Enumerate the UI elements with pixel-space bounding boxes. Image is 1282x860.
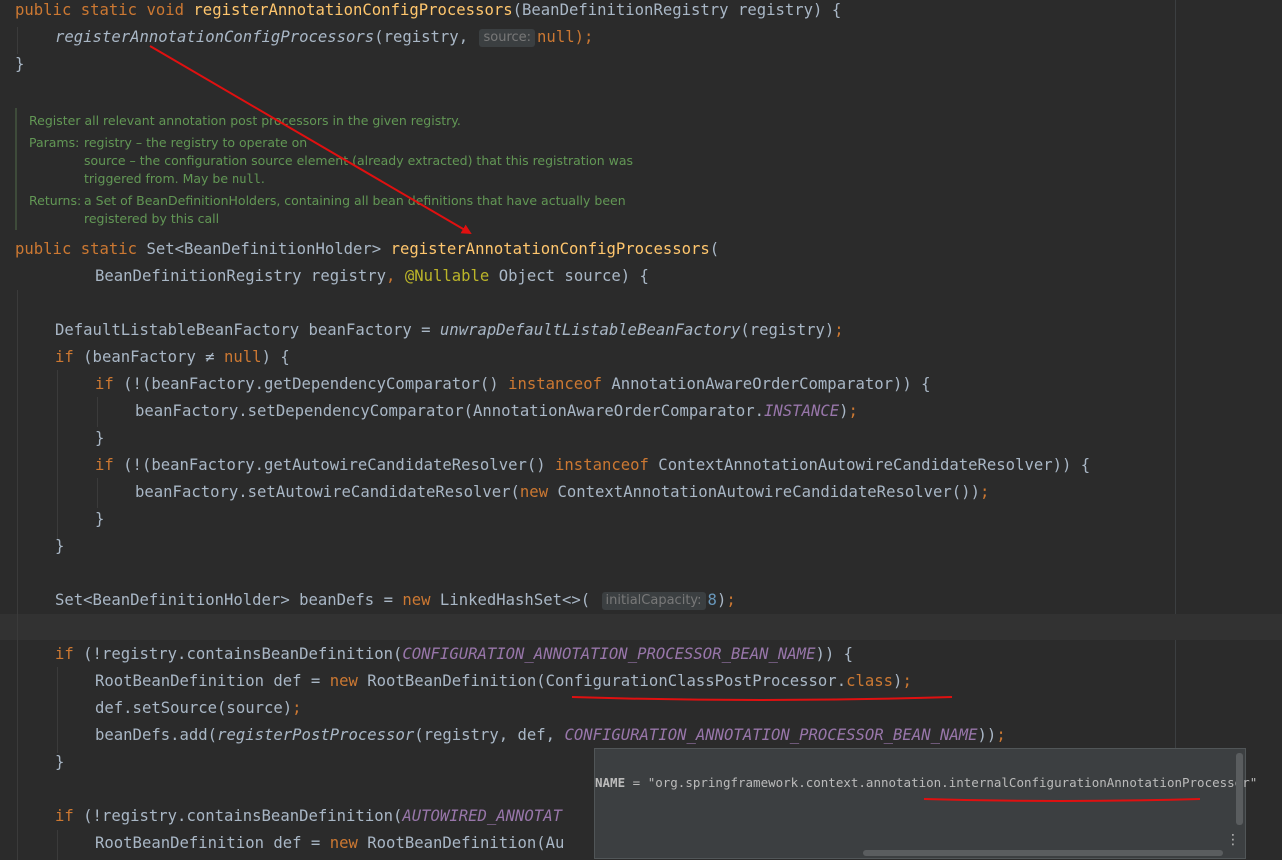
annotation-overlay (149, 45, 1201, 802)
red-underline (571, 696, 953, 701)
red-arrow (149, 45, 472, 235)
red-underline (923, 798, 1201, 802)
